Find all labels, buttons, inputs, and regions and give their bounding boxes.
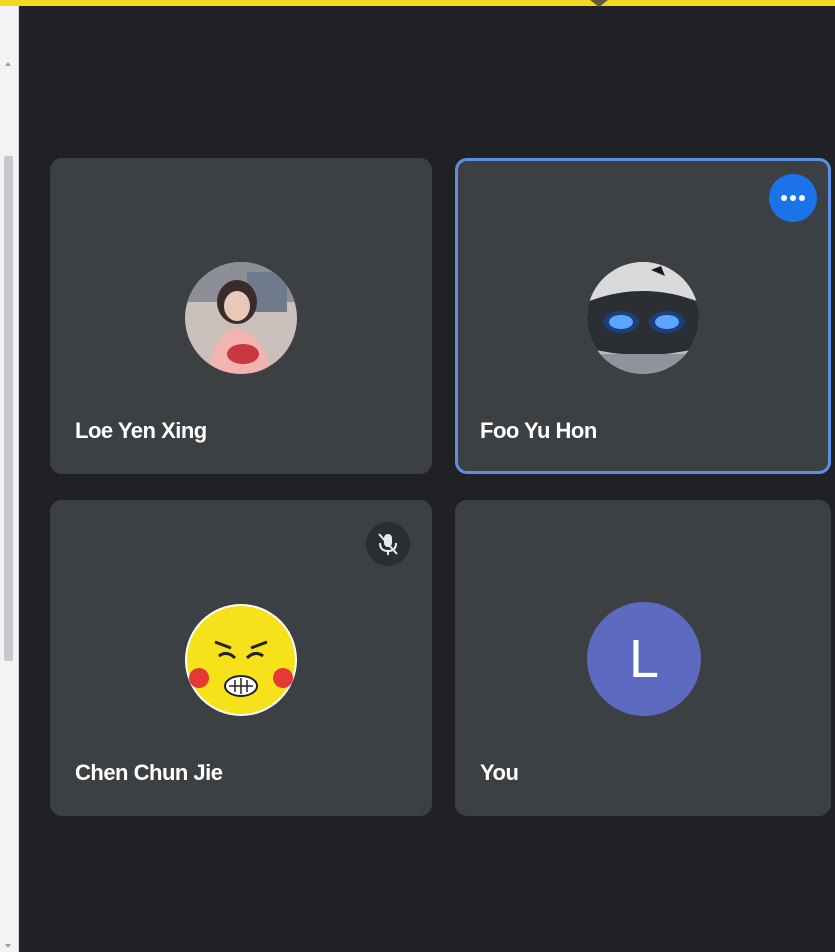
participant-avatar (185, 604, 297, 716)
participant-photo-icon (185, 262, 297, 374)
mic-muted-indicator (366, 522, 410, 566)
participant-avatar (185, 262, 297, 374)
banner-handle-icon[interactable] (590, 0, 608, 7)
participant-name: Loe Yen Xing (75, 418, 207, 443)
participant-name: Chen Chun Jie (75, 760, 223, 785)
participant-name: Foo Yu Hon (480, 418, 597, 443)
participant-tile-chen-chun-jie[interactable]: Chen Chun Jie (50, 500, 432, 816)
user-avatar: L (587, 602, 701, 716)
presenting-banner (0, 0, 835, 7)
participant-avatar (587, 262, 699, 374)
scroll-down-icon[interactable] (5, 944, 11, 948)
mic-off-icon (378, 533, 398, 555)
meeting-screen: Loe Yen Xing Foo Yu Hon Chen Chun Jie L … (0, 0, 835, 952)
participant-tile-foo-yu-hon[interactable]: Foo Yu Hon (455, 158, 831, 474)
scroll-up-icon[interactable] (5, 62, 11, 66)
participant-name: You (480, 760, 519, 785)
participant-photo-icon (587, 262, 699, 374)
participant-tile-you[interactable]: L You (455, 500, 831, 816)
more-options-icon (781, 195, 805, 201)
more-options-button[interactable] (769, 174, 817, 222)
scroll-thumb[interactable] (4, 156, 13, 661)
side-scrollbar[interactable] (0, 6, 19, 952)
participant-tile-loe-yen-xing[interactable]: Loe Yen Xing (50, 158, 432, 474)
participant-photo-icon (185, 604, 297, 716)
